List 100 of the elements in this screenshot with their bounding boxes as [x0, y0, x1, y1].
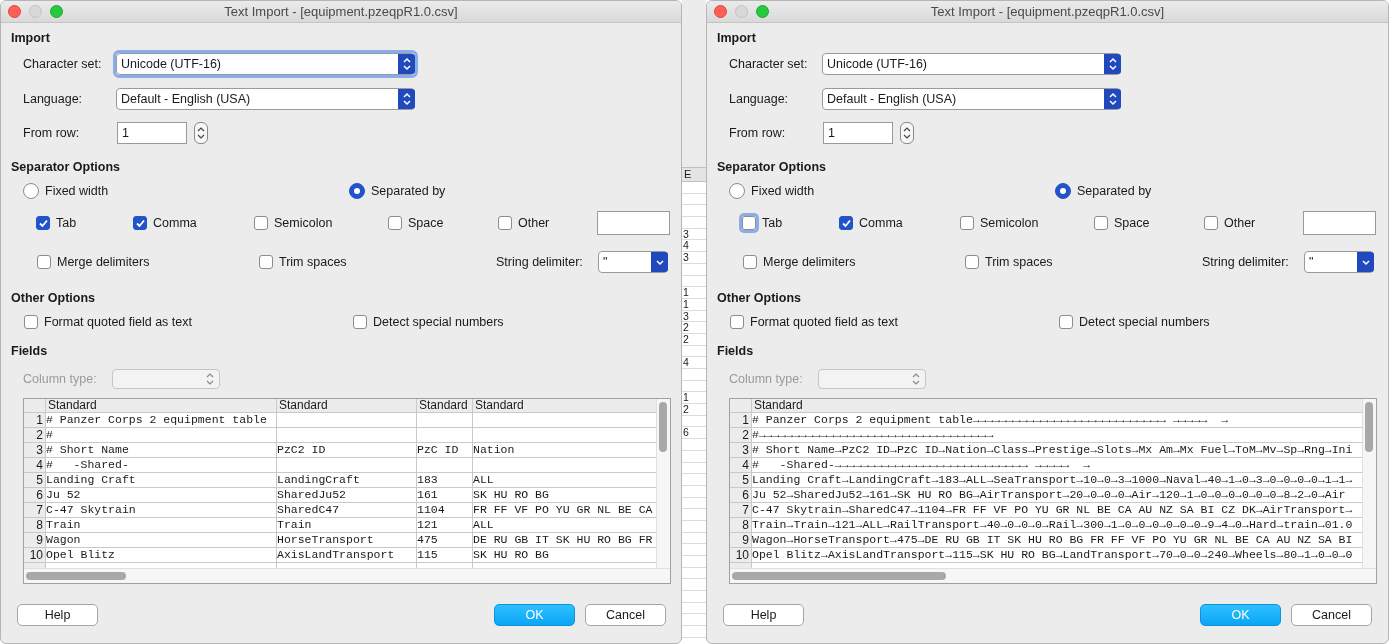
- number-field[interactable]: 1: [823, 122, 893, 144]
- checkbox-label: Detect special numbers: [1079, 313, 1210, 331]
- spin-buttons[interactable]: [194, 122, 208, 144]
- radio-button[interactable]: [349, 183, 365, 199]
- checkbox[interactable]: [36, 216, 50, 230]
- checkbox[interactable]: [730, 315, 744, 329]
- checkbox[interactable]: [743, 255, 757, 269]
- checkbox-label: Other: [1224, 214, 1256, 232]
- dropdown[interactable]: Unicode (UTF-16): [822, 53, 1121, 75]
- checkbox[interactable]: [388, 216, 402, 230]
- row-number: 7: [24, 503, 46, 517]
- row-number: 1: [730, 413, 752, 427]
- checkbox[interactable]: [498, 216, 512, 230]
- chevron-down-icon: [1360, 257, 1371, 267]
- checkbox[interactable]: [37, 255, 51, 269]
- checkbox[interactable]: [839, 216, 853, 230]
- column-header[interactable]: Standard: [46, 399, 277, 412]
- field-label: String delimiter:: [1202, 253, 1290, 271]
- close-button[interactable]: [8, 5, 21, 18]
- section-heading: Other Options: [716, 290, 803, 306]
- dropdown[interactable]: Default - English (USA): [116, 88, 415, 110]
- table-cell: 115: [417, 548, 473, 562]
- checkbox-label: Space: [1114, 214, 1150, 232]
- row-number: 4: [24, 458, 46, 472]
- row-number: 9: [730, 533, 752, 547]
- table-cell: PzC2 ID: [277, 443, 417, 457]
- field-label: Character set:: [729, 55, 809, 73]
- checkbox-label: Format quoted field as text: [750, 313, 898, 331]
- dropdown[interactable]: Unicode (UTF-16): [116, 53, 415, 75]
- dialog-button[interactable]: Cancel: [1291, 604, 1372, 626]
- table-cell: #: [46, 428, 277, 442]
- section-heading: Fields: [716, 343, 755, 359]
- table-cell: HorseTransport: [277, 533, 417, 547]
- field-label: Column type:: [729, 370, 804, 388]
- checkbox-label: Merge delimiters: [57, 253, 150, 271]
- field-label: Character set:: [23, 55, 103, 73]
- checkbox[interactable]: [254, 216, 268, 230]
- field-label: Language:: [23, 90, 84, 108]
- column-header: E: [682, 167, 706, 181]
- zoom-button[interactable]: [756, 5, 769, 18]
- radio-label: Fixed width: [45, 182, 109, 200]
- checkbox[interactable]: [353, 315, 367, 329]
- checkbox[interactable]: [960, 216, 974, 230]
- column-header[interactable]: Standard: [417, 399, 473, 412]
- dialog-button[interactable]: Cancel: [585, 604, 666, 626]
- dropdown[interactable]: ": [1304, 251, 1374, 273]
- table-cell: # Panzer Corps 2 equipment table: [46, 413, 277, 427]
- row-number: 5: [730, 473, 752, 487]
- text-field[interactable]: [1303, 211, 1376, 235]
- table-cell: Landing Craft: [46, 473, 277, 487]
- radio-button[interactable]: [23, 183, 39, 199]
- row-number: 7: [730, 503, 752, 517]
- dropdown[interactable]: ": [598, 251, 668, 273]
- row-number: 6: [24, 488, 46, 502]
- checkbox[interactable]: [965, 255, 979, 269]
- checkbox-label: Comma: [859, 214, 903, 232]
- number-field[interactable]: 1: [117, 122, 187, 144]
- up-down-arrows-icon: [911, 372, 921, 387]
- checkbox-label: Trim spaces: [279, 253, 347, 271]
- checkbox-label: Detect special numbers: [373, 313, 504, 331]
- field-label: String delimiter:: [496, 253, 584, 271]
- field-label: From row:: [729, 124, 787, 142]
- scrollbar-thumb[interactable]: [659, 402, 667, 452]
- column-header[interactable]: Standard: [277, 399, 417, 412]
- table-cell: AxisLandTransport: [277, 548, 417, 562]
- table-cell: # -Shared-: [46, 458, 277, 472]
- checkbox[interactable]: [1204, 216, 1218, 230]
- dropdown[interactable]: Default - English (USA): [822, 88, 1121, 110]
- text-field[interactable]: [597, 211, 670, 235]
- checkbox[interactable]: [133, 216, 147, 230]
- table-cell: Opel Blitz: [46, 548, 277, 562]
- section-heading: Fields: [10, 343, 49, 359]
- checkbox[interactable]: [24, 315, 38, 329]
- scrollbar-thumb[interactable]: [26, 572, 126, 580]
- dialog-button[interactable]: Help: [723, 604, 804, 626]
- zoom-button[interactable]: [50, 5, 63, 18]
- dialog-button[interactable]: Help: [17, 604, 98, 626]
- close-button[interactable]: [714, 5, 727, 18]
- radio-label: Separated by: [1077, 182, 1152, 200]
- table-cell: Train: [277, 518, 417, 532]
- checkbox[interactable]: [259, 255, 273, 269]
- spin-buttons[interactable]: [900, 122, 914, 144]
- checkbox[interactable]: [1094, 216, 1108, 230]
- radio-button[interactable]: [729, 183, 745, 199]
- row-number: 1: [24, 413, 46, 427]
- row-number: 6: [730, 488, 752, 502]
- table-cell: # Short Name: [46, 443, 277, 457]
- up-down-arrows-icon: [401, 57, 412, 71]
- section-heading: Import: [716, 30, 757, 46]
- row-number: 3: [730, 443, 752, 457]
- section-heading: Separator Options: [716, 159, 828, 175]
- table-cell: 475: [417, 533, 473, 547]
- field-label: Column type:: [23, 370, 98, 388]
- radio-button[interactable]: [1055, 183, 1071, 199]
- section-heading: Other Options: [10, 290, 97, 306]
- scrollbar-thumb[interactable]: [1365, 402, 1373, 452]
- row-number: 2: [730, 428, 752, 442]
- checkbox[interactable]: [1059, 315, 1073, 329]
- scrollbar-thumb[interactable]: [732, 572, 946, 580]
- checkbox-label: Other: [518, 214, 550, 232]
